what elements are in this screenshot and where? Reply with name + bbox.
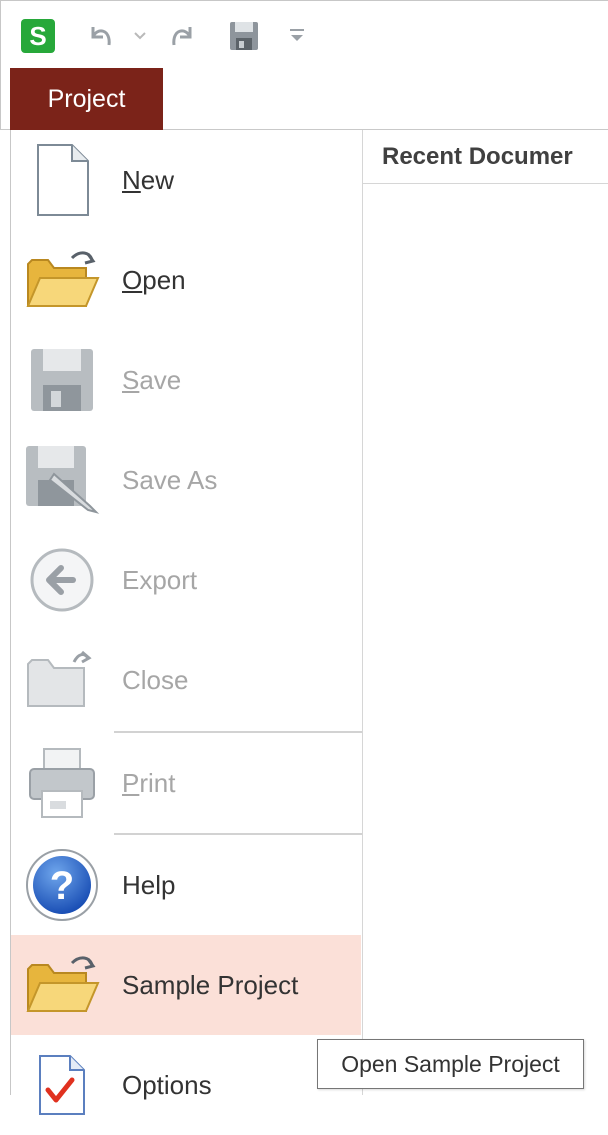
menu-item-new-label: ew	[140, 164, 175, 195]
menu-item-save-label: ave	[139, 364, 182, 395]
save-disk-icon	[23, 341, 101, 419]
menu-item-save-as-label: Save As	[122, 464, 218, 495]
sample-project-folder-icon	[23, 946, 101, 1024]
menu-item-open-label: pen	[142, 264, 186, 295]
tooltip: Open Sample Project	[317, 1039, 584, 1089]
menu-item-close[interactable]: Close	[11, 630, 361, 730]
menu-panel-divider	[362, 130, 363, 1095]
menu-item-help-label: Help	[122, 869, 176, 900]
open-folder-icon	[23, 241, 101, 319]
app-logo-icon[interactable]: S	[21, 19, 55, 53]
menu-item-new[interactable]: New	[11, 130, 361, 230]
menu-item-options[interactable]: Options	[11, 1035, 361, 1135]
redo-icon[interactable]	[166, 19, 200, 58]
menu-item-print-label: rint	[139, 767, 176, 798]
recent-documents-header: Recent Documer	[363, 130, 608, 184]
undo-icon[interactable]	[83, 19, 117, 58]
menu-item-options-label: Options	[122, 1069, 212, 1100]
backstage-menu: New Open Save Save As Export Close Print…	[11, 130, 362, 1115]
menu-item-open[interactable]: Open	[11, 230, 361, 330]
menu-item-export-label: Export	[122, 564, 198, 595]
undo-dropdown-icon[interactable]	[131, 25, 149, 50]
tab-project[interactable]: Project	[10, 68, 163, 130]
svg-text:?: ?	[50, 864, 74, 908]
save-as-icon	[23, 441, 101, 519]
menu-item-save[interactable]: Save	[11, 330, 361, 430]
menu-item-sample-project[interactable]: Sample Project	[11, 935, 361, 1035]
customize-toolbar-icon[interactable]	[286, 23, 308, 52]
menu-item-save-mnemonic: S	[122, 364, 140, 395]
help-question-icon: ?	[23, 846, 101, 924]
menu-item-help[interactable]: ? Help	[11, 835, 361, 935]
printer-icon	[23, 744, 101, 822]
export-arrow-icon	[23, 541, 101, 619]
menu-item-print[interactable]: Print	[11, 733, 361, 833]
menu-item-save-as[interactable]: Save As	[11, 430, 361, 530]
menu-item-sample-project-label: Sample Project	[122, 969, 299, 1000]
menu-item-new-mnemonic: N	[122, 164, 141, 195]
menu-item-export[interactable]: Export	[11, 530, 361, 630]
menu-item-close-label: Close	[122, 664, 189, 695]
menu-item-open-mnemonic: O	[122, 264, 143, 295]
new-document-icon	[23, 141, 101, 219]
quick-access-toolbar: S	[0, 0, 608, 68]
save-icon[interactable]	[227, 19, 261, 58]
close-folder-icon	[23, 641, 101, 719]
options-checklist-icon	[23, 1046, 101, 1124]
menu-item-print-mnemonic: P	[122, 767, 140, 798]
